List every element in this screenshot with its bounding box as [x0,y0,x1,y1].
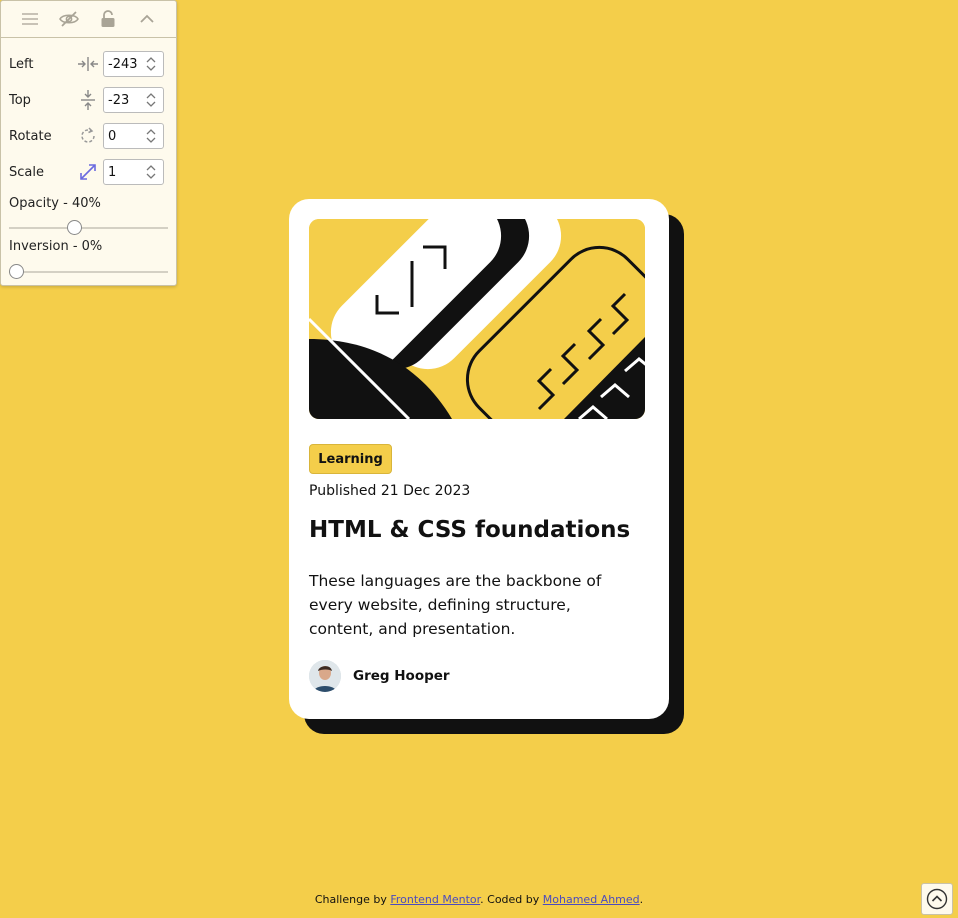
category-tag: Learning [309,444,392,474]
vertical-align-icon [73,89,103,111]
footer-suffix: . [639,893,644,906]
stepper-icon[interactable] [144,164,158,180]
footer-middle: . Coded by [480,893,543,906]
frontend-mentor-link[interactable]: Frontend Mentor [390,893,480,906]
author-link[interactable]: Mohamed Ahmed [543,893,640,906]
scale-label: Scale [9,164,44,180]
stepper-icon[interactable] [144,128,158,144]
inversion-slider[interactable] [9,271,168,273]
rotate-icon [73,127,103,145]
horizontal-align-icon [73,56,103,72]
panel-toolbar [1,1,176,38]
author: Greg Hooper [309,660,450,692]
avatar [309,660,341,692]
top-field-row: Top -23 [9,86,168,114]
published-date: Published 21 Dec 2023 [309,483,471,499]
opacity-label: Opacity - 40% [9,196,101,211]
rotate-label: Rotate [9,128,52,144]
opacity-slider-thumb[interactable] [66,220,82,235]
card-title[interactable]: HTML & CSS foundations [309,517,630,543]
card-illustration [309,219,645,419]
rotate-field-row: Rotate 0 [9,122,168,150]
inversion-label: Inversion - 0% [9,239,103,254]
scale-input[interactable]: 1 [103,159,164,185]
stepper-icon[interactable] [144,92,158,108]
arrow-up-circle-icon [926,888,948,910]
scale-field-row: Scale 1 [9,158,168,186]
footer-prefix: Challenge by [314,893,391,906]
left-input[interactable]: -243 [103,51,164,77]
menu-icon[interactable] [18,7,42,31]
opacity-slider[interactable] [9,227,168,229]
rotate-value: 0 [108,128,117,144]
top-value: -23 [108,92,130,108]
eye-off-icon[interactable] [57,7,81,31]
top-label: Top [9,92,31,108]
left-value: -243 [108,56,138,72]
scroll-to-top-button[interactable] [921,883,953,915]
chevron-up-icon[interactable] [135,7,159,31]
attribution-footer: Challenge by Frontend Mentor. Coded by M… [0,893,958,906]
card-description: These languages are the backbone of ever… [309,572,602,638]
lock-open-icon[interactable] [96,7,120,31]
author-name: Greg Hooper [353,668,450,684]
rotate-input[interactable]: 0 [103,123,164,149]
left-field-row: Left -243 [9,50,168,78]
left-label: Left [9,56,34,72]
stepper-icon[interactable] [144,56,158,72]
expand-icon [73,163,103,181]
top-input[interactable]: -23 [103,87,164,113]
overlay-control-panel: Left -243 Top -23 Rotate 0 Scale 1 Opaci… [0,0,177,286]
blog-preview-card: Learning Published 21 Dec 2023 HTML & CS… [289,199,669,719]
scale-value: 1 [108,164,117,180]
inversion-slider-thumb[interactable] [9,264,24,279]
